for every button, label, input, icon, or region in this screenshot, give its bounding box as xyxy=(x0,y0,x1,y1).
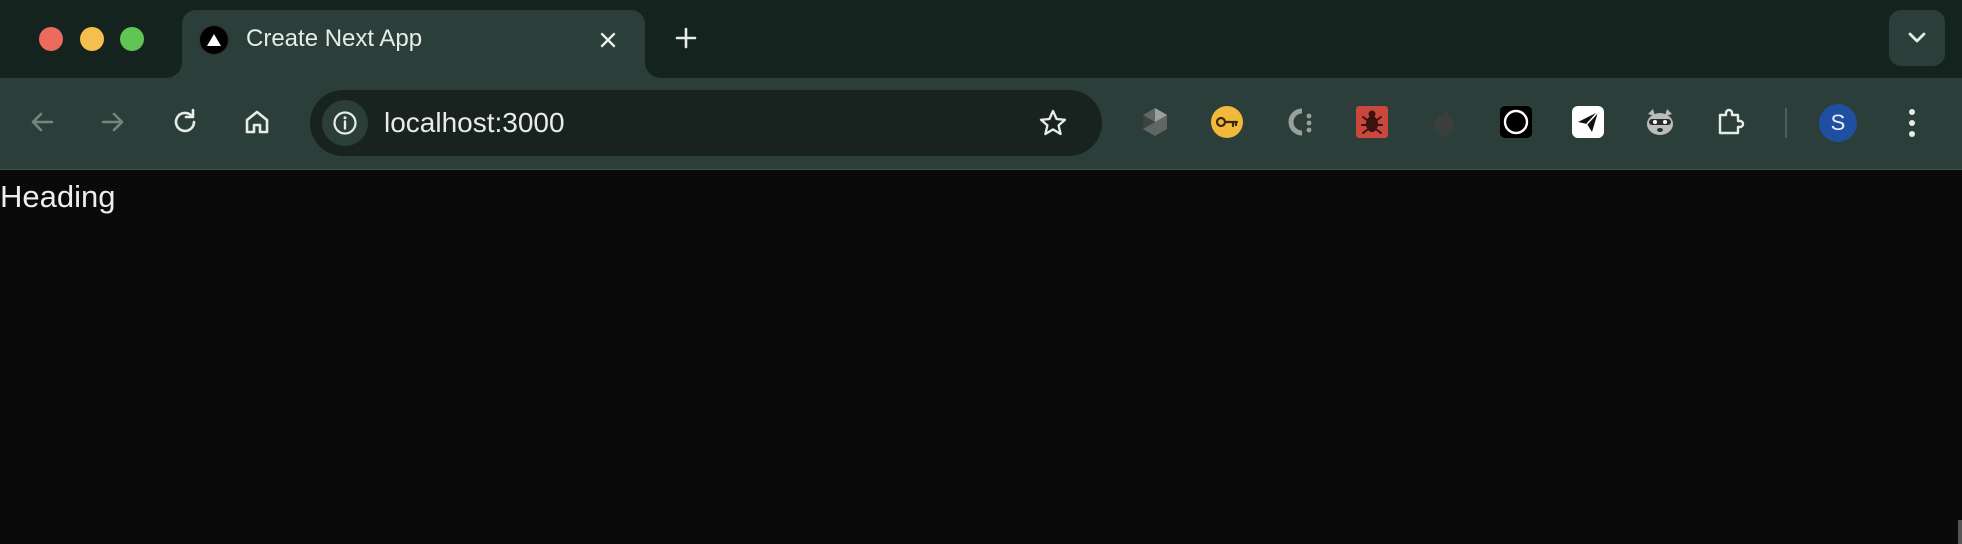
toolbar-divider xyxy=(1785,108,1787,138)
c-extension-icon[interactable] xyxy=(1281,104,1317,140)
url-text[interactable]: localhost:3000 xyxy=(384,107,565,139)
browser-toolbar: localhost:3000 S xyxy=(0,78,1962,170)
tab-search-chevron-down-icon[interactable] xyxy=(1889,10,1945,66)
raccoon-extension-icon[interactable] xyxy=(1642,104,1678,140)
bookmark-star-icon[interactable] xyxy=(1034,104,1072,142)
window-maximize-button[interactable] xyxy=(120,27,144,51)
profile-avatar[interactable]: S xyxy=(1819,104,1857,142)
page-content: Heading xyxy=(0,170,1962,544)
nextjs-triangle-icon xyxy=(199,25,229,55)
tab-create-next-app[interactable]: Create Next App xyxy=(182,10,645,78)
hexagon-extension-icon[interactable] xyxy=(1137,104,1173,140)
circle-extension-icon[interactable] xyxy=(1498,104,1534,140)
key-extension-icon[interactable] xyxy=(1209,104,1245,140)
paper-plane-extension-icon[interactable] xyxy=(1570,104,1606,140)
home-icon[interactable] xyxy=(235,100,279,144)
scrollbar-thumb[interactable] xyxy=(1958,520,1962,544)
puzzle-extensions-icon[interactable] xyxy=(1713,104,1749,140)
window-minimize-button[interactable] xyxy=(80,27,104,51)
tab-title: Create Next App xyxy=(246,25,423,52)
new-tab-plus-icon[interactable] xyxy=(670,22,702,54)
tab-close-icon[interactable] xyxy=(595,27,621,53)
site-info-icon[interactable] xyxy=(322,100,368,146)
bug-extension-icon[interactable] xyxy=(1354,104,1390,140)
window-close-button[interactable] xyxy=(39,27,63,51)
flame-extension-icon[interactable] xyxy=(1426,104,1462,140)
forward-arrow-icon[interactable] xyxy=(91,100,135,144)
page-heading: Heading xyxy=(0,179,116,214)
more-menu-kebab-icon[interactable] xyxy=(1897,102,1927,144)
profile-initial: S xyxy=(1830,110,1846,135)
address-bar[interactable]: localhost:3000 xyxy=(310,90,1102,156)
tab-strip: Create Next App xyxy=(0,0,1962,78)
back-arrow-icon[interactable] xyxy=(20,100,64,144)
reload-icon[interactable] xyxy=(163,100,207,144)
browser-window: Create Next App localhost:3000 S Heading xyxy=(0,0,1962,544)
